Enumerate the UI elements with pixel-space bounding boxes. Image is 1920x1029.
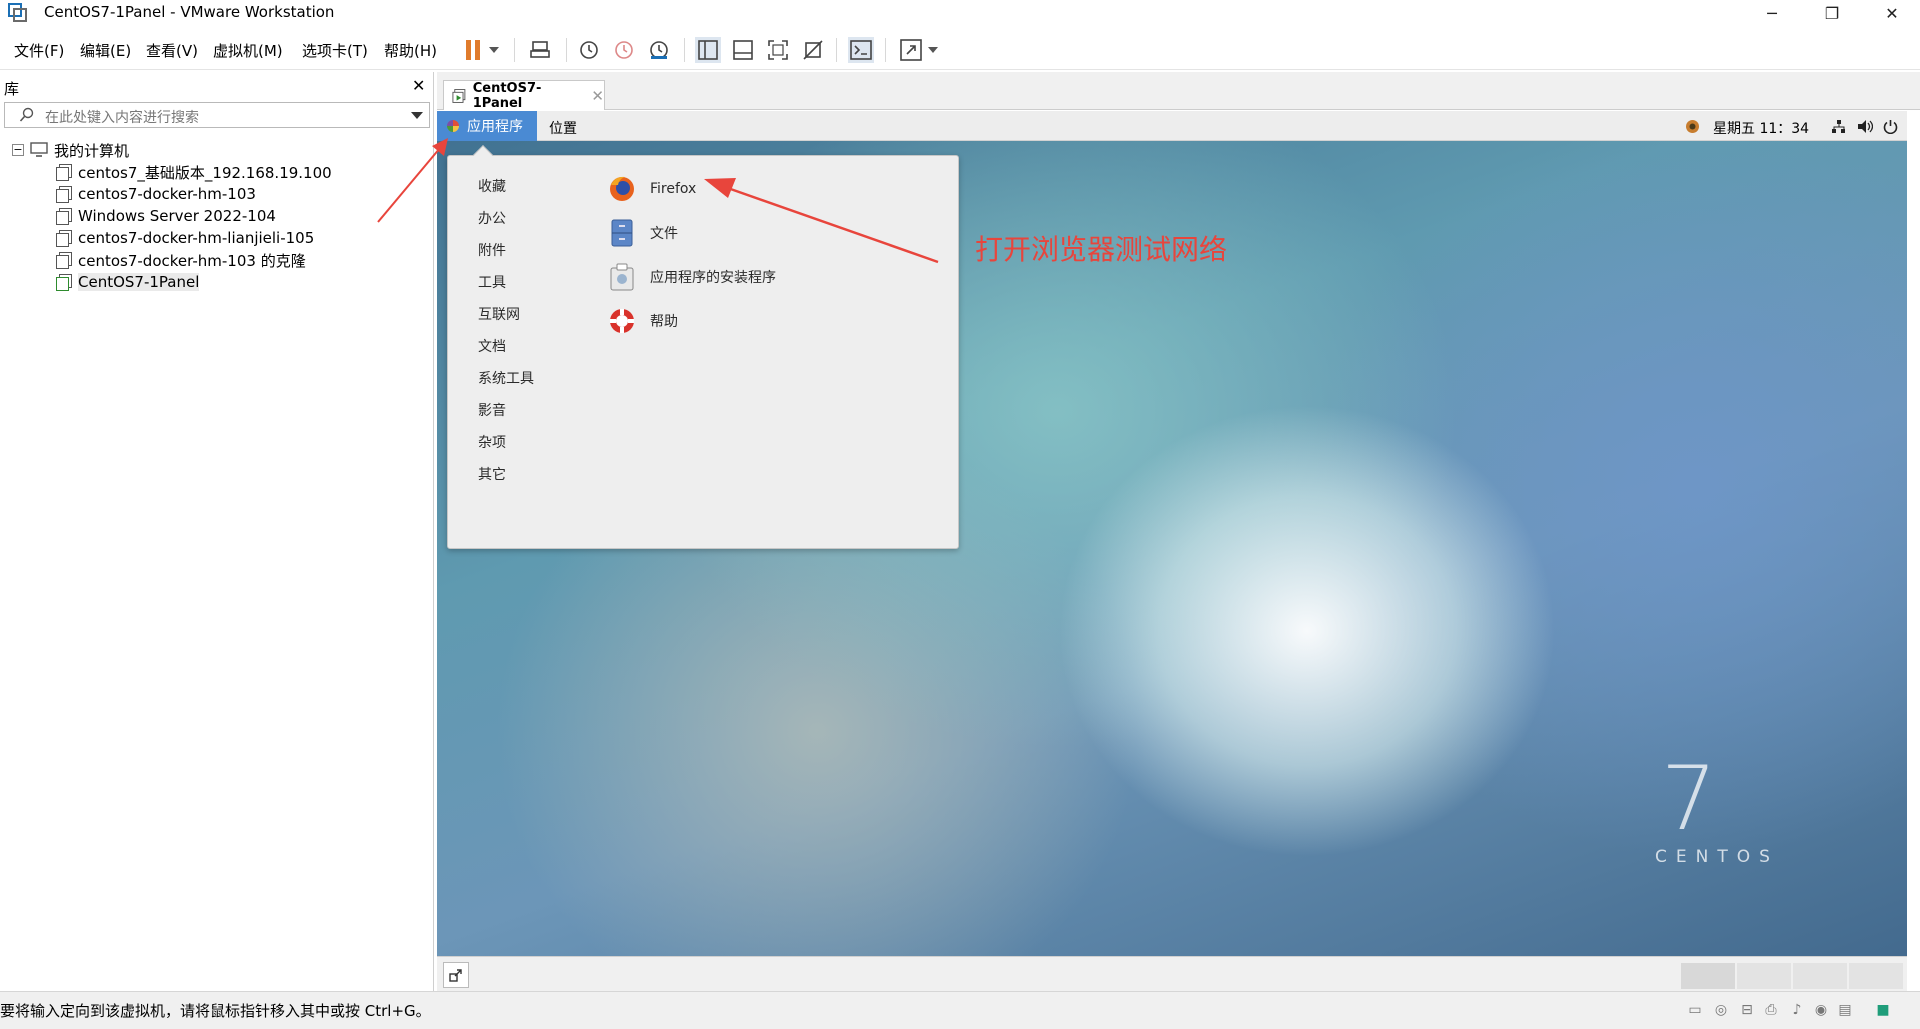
status-message: 要将输入定向到该虚拟机，请将鼠标指针移入其中或按 Ctrl+G。 [0, 1002, 431, 1020]
arrow-to-firefox [721, 184, 939, 264]
arrow-to-applications [377, 147, 441, 223]
thumbnail-slot[interactable] [1737, 963, 1791, 989]
annotation-arrows [377, 138, 939, 264]
annotation-text: 打开浏览器测试网络 [975, 233, 1228, 266]
printer-icon[interactable]: ⎙ [1760, 1000, 1782, 1020]
usb-icon[interactable]: ◉ [1810, 1000, 1832, 1020]
sound-card-icon[interactable]: ♪ [1786, 1000, 1808, 1020]
thumbnail-slot[interactable] [1849, 963, 1903, 989]
status-bar: 要将输入定向到该虚拟机，请将鼠标指针移入其中或按 Ctrl+G。 ▭ ◎ ⊟ ⎙… [0, 991, 1920, 1029]
cd-dvd-icon[interactable]: ◎ [1710, 1000, 1732, 1020]
network-adapter-icon[interactable]: ⊟ [1736, 1000, 1758, 1020]
thumbnail-slot[interactable] [1681, 963, 1735, 989]
vm-bottom-bar [437, 956, 1907, 991]
display-icon[interactable]: ▤ [1834, 1000, 1856, 1020]
fit-guest-button[interactable] [443, 962, 469, 988]
message-log-icon[interactable]: ■ [1872, 1000, 1894, 1020]
thumbnail-slot[interactable] [1793, 963, 1847, 989]
fit-window-icon [449, 969, 462, 982]
hard-disk-icon[interactable]: ▭ [1684, 1000, 1706, 1020]
arrowhead-firefox [704, 178, 736, 198]
